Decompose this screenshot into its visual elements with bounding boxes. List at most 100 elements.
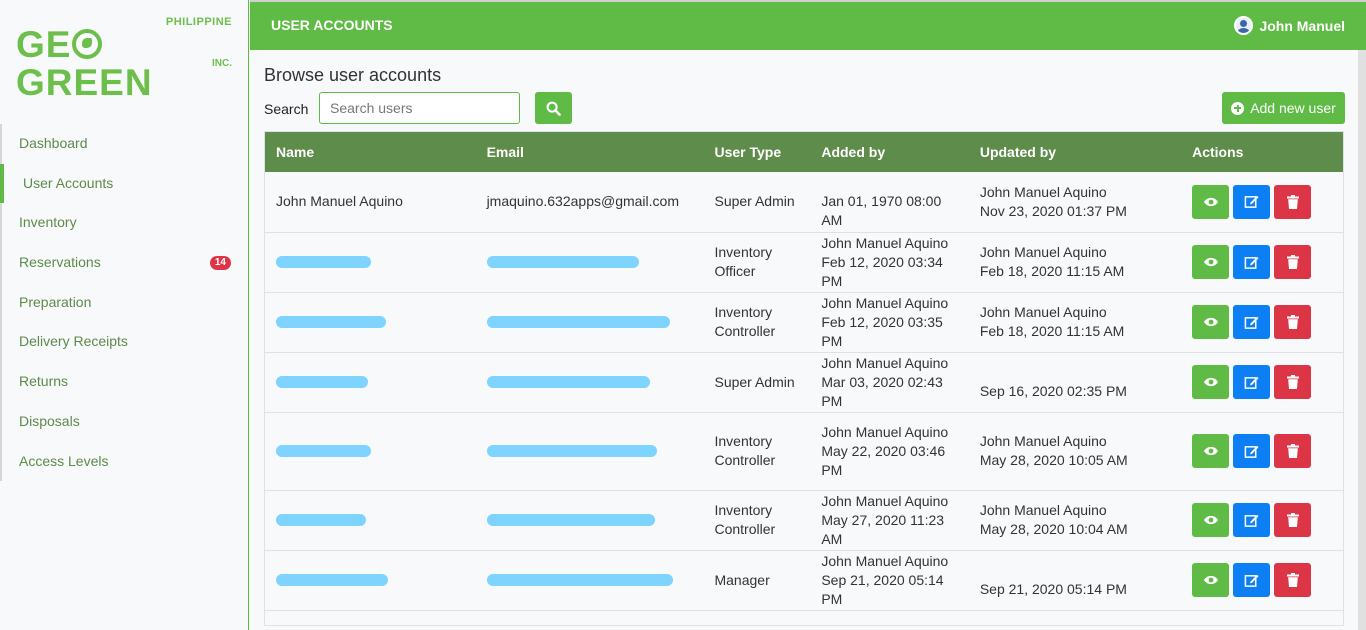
users-table-container: Name Email User Type Added by Updated by… [264, 131, 1344, 626]
edit-user-button[interactable] [1233, 434, 1271, 468]
page-header-title: USER ACCOUNTS [271, 17, 393, 33]
sidebar-item-returns[interactable]: Returns [2, 362, 249, 402]
sidebar-item-label: Delivery Receipts [19, 333, 128, 350]
view-user-button[interactable] [1192, 305, 1230, 339]
updated-by-date: Sep 21, 2020 05:14 PM [979, 581, 1127, 597]
delete-user-button[interactable] [1274, 434, 1312, 468]
column-header-user-type[interactable]: User Type [703, 132, 810, 172]
view-user-button[interactable] [1192, 365, 1230, 399]
redacted-email [486, 513, 655, 526]
vertical-scrollbar[interactable] [1358, 50, 1366, 630]
sidebar-item-inventory[interactable]: Inventory [2, 203, 249, 243]
column-header-name[interactable]: Name [265, 132, 476, 172]
cell-added-by: John Manuel Aquino Feb 12, 2020 03:34 PM [810, 232, 968, 292]
table-row: Inventory Controller John Manuel Aquino M… [265, 412, 1343, 490]
search-button[interactable] [535, 92, 572, 124]
edit-user-button[interactable] [1233, 365, 1271, 399]
row-actions [1192, 503, 1332, 537]
view-user-button[interactable] [1192, 245, 1230, 279]
reservations-count-badge: 14 [209, 256, 231, 271]
sidebar-item-label: Disposals [19, 412, 80, 429]
added-by-date: Feb 12, 2020 03:34 PM [821, 253, 943, 289]
delete-user-button[interactable] [1274, 503, 1312, 537]
delete-user-button[interactable] [1274, 305, 1312, 339]
edit-user-button[interactable] [1233, 503, 1271, 537]
sidebar-item-access-levels[interactable]: Access Levels [2, 442, 249, 482]
sidebar-item-delivery-receipts[interactable]: Delivery Receipts [2, 322, 249, 362]
table-row: Inventory Controller John Manuel Aquino M… [265, 490, 1343, 550]
row-actions [1192, 365, 1332, 399]
user-menu[interactable]: John Manuel [1234, 16, 1345, 35]
sidebar-item-reservations[interactable]: Reservations 14 [2, 243, 249, 283]
sidebar-item-preparation[interactable]: Preparation [2, 283, 249, 323]
updated-by-date: May 28, 2020 10:04 AM [979, 521, 1128, 537]
search-input[interactable] [319, 92, 520, 124]
add-user-button[interactable]: Add new user [1222, 92, 1345, 124]
view-user-button[interactable] [1192, 563, 1230, 597]
edit-user-button[interactable] [1233, 305, 1271, 339]
cell-user-type: Inventory Controller [703, 292, 810, 352]
added-by-name: John Manuel Aquino [821, 423, 949, 440]
user-email: jmaquino.632apps@gmail.com [486, 193, 679, 210]
cell-actions [1181, 232, 1343, 292]
cell-email [476, 292, 704, 352]
eye-icon [1203, 316, 1219, 328]
sidebar-item-label: User Accounts [23, 174, 114, 191]
updated-by-name: John Manuel Aquino [979, 502, 1107, 518]
cell-updated-by: John Manuel Aquino Feb 18, 2020 11:15 AM [969, 232, 1181, 292]
table-row: Inventory Officer John Manuel Aquino Feb … [265, 232, 1343, 292]
updated-by-name: John Manuel Aquino [979, 244, 1107, 260]
view-user-button[interactable] [1192, 503, 1230, 537]
added-by-date: Feb 12, 2020 03:35 PM [821, 313, 943, 349]
edit-icon [1244, 315, 1259, 330]
row-actions [1192, 563, 1332, 597]
sidebar-item-dashboard[interactable]: Dashboard [2, 124, 249, 164]
view-user-button[interactable] [1192, 434, 1230, 468]
sidebar-item-disposals[interactable]: Disposals [2, 402, 249, 442]
column-header-email[interactable]: Email [476, 132, 704, 172]
edit-user-button[interactable] [1233, 184, 1271, 219]
user-type: Inventory Officer [714, 244, 773, 279]
logo-brand-left: GE [16, 24, 72, 65]
user-type: Inventory Controller [714, 304, 776, 339]
user-type: Inventory Controller [714, 433, 776, 468]
cell-email [476, 232, 704, 292]
cell-email [476, 412, 704, 490]
updated-by-name: John Manuel Aquino [979, 183, 1107, 200]
delete-user-button[interactable] [1274, 563, 1312, 597]
cell-actions [1181, 490, 1343, 550]
view-user-button[interactable] [1192, 184, 1230, 219]
cell-actions [1181, 352, 1343, 412]
delete-user-button[interactable] [1274, 184, 1312, 219]
user-full-name: John Manuel Aquino [276, 193, 403, 210]
added-by-date: May 27, 2020 11:23 AM [821, 511, 945, 547]
edit-user-button[interactable] [1233, 563, 1271, 597]
cell-user-type: Super Admin [703, 352, 810, 412]
delete-user-button[interactable] [1274, 245, 1312, 279]
cell-user-type: Super Admin [703, 172, 810, 232]
cell-updated-by: Sep 16, 2020 02:35 PM [969, 352, 1181, 412]
cell-name [265, 550, 476, 610]
row-actions [1192, 245, 1332, 279]
eye-icon [1203, 574, 1219, 586]
company-logo[interactable]: PHILIPPINE GEGREEN INC. [16, 14, 236, 102]
column-header-added-by[interactable]: Added by [810, 132, 968, 172]
updated-by-date: Nov 23, 2020 01:37 PM [979, 202, 1127, 219]
updated-by-date: Sep 16, 2020 02:35 PM [979, 383, 1127, 399]
added-by-name: John Manuel Aquino [821, 492, 949, 509]
cell-email: jmaquino.632apps@gmail.com [476, 172, 704, 232]
column-header-updated-by[interactable]: Updated by [969, 132, 1181, 172]
sidebar-item-user-accounts[interactable]: User Accounts [0, 163, 249, 204]
cell-name [265, 490, 476, 550]
delete-user-button[interactable] [1274, 365, 1312, 399]
sidebar-nav: Dashboard User Accounts Inventory Reserv… [0, 124, 249, 482]
cell-email [476, 352, 704, 412]
user-type: Super Admin [714, 193, 795, 210]
sidebar-item-label: Dashboard [19, 135, 88, 151]
added-by-name: John Manuel Aquino [821, 234, 949, 251]
trash-icon [1286, 513, 1299, 527]
user-type: Super Admin [714, 373, 795, 390]
redacted-name [276, 444, 371, 457]
edit-user-button[interactable] [1233, 245, 1271, 279]
top-header: USER ACCOUNTS John Manuel [250, 0, 1366, 50]
